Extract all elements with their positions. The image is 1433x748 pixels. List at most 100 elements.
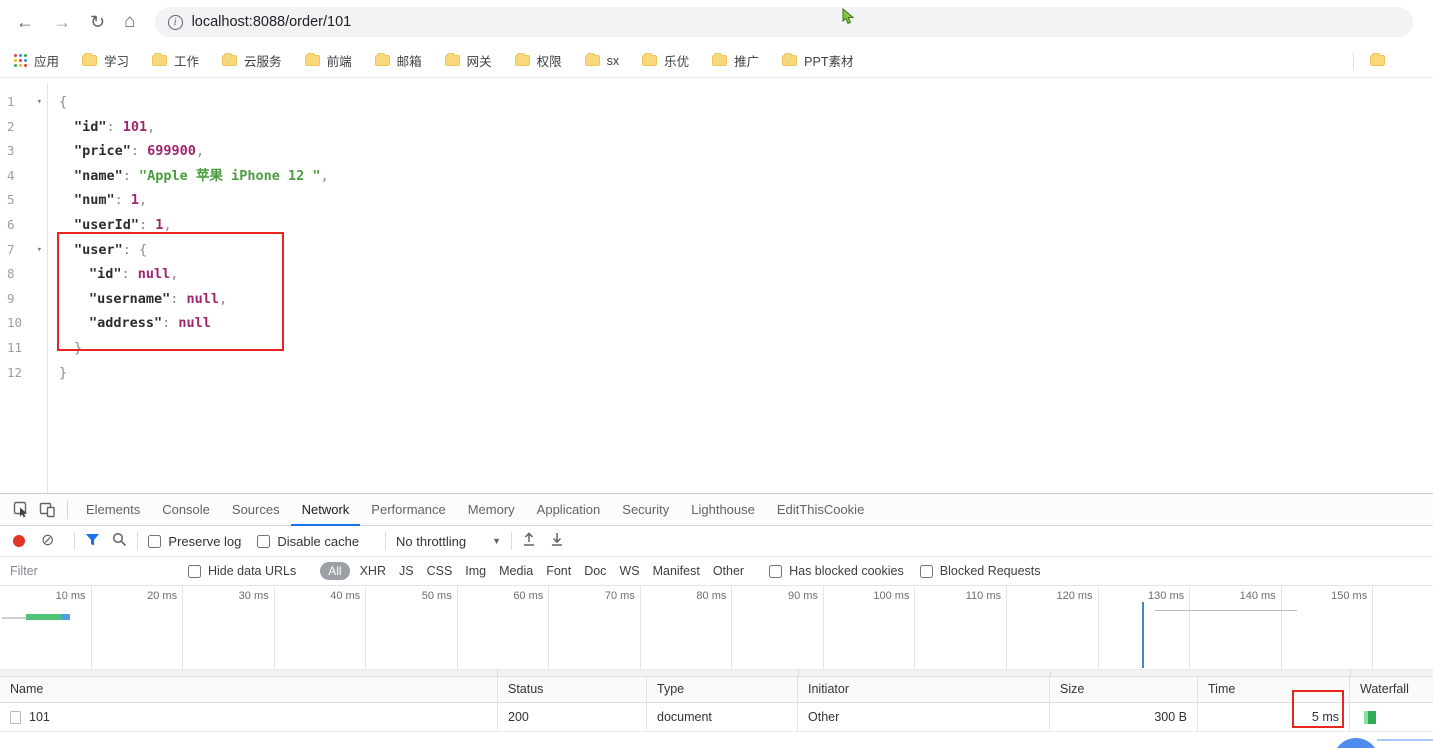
url-text[interactable]: localhost:8088/order/101 (192, 14, 352, 30)
bookmark-folder-item[interactable]: 工作 (152, 51, 199, 70)
json-line: 2 "id": 101, (0, 115, 1433, 140)
line-number-gutter: 7 ▾ (0, 238, 47, 263)
bookmark-label: 学习 (104, 55, 130, 69)
request-cell-size[interactable]: 300 B (1050, 703, 1198, 732)
json-line: 12} (0, 361, 1433, 386)
overview-request-stalled-bar (2, 617, 26, 619)
overflow-folder-icon[interactable] (1370, 53, 1385, 66)
filter-type-font[interactable]: Font (546, 564, 571, 578)
bookmark-folder-item[interactable]: 云服务 (222, 51, 282, 70)
json-token-p: , (147, 118, 156, 135)
bookmark-folder-item[interactable]: sx (584, 53, 619, 68)
line-number: 5 (7, 192, 15, 208)
request-cell-status[interactable]: 200 (498, 703, 647, 732)
bookmark-folder-item[interactable]: 学习 (82, 51, 129, 70)
line-number: 2 (7, 118, 15, 134)
devtools-tab-performance[interactable]: Performance (360, 494, 456, 526)
preserve-log-checkbox[interactable]: Preserve log (148, 534, 241, 549)
devtools-tab-sources[interactable]: Sources (221, 494, 291, 526)
devtools-tab-editthiscookie[interactable]: EditThisCookie (766, 494, 875, 526)
throttling-select[interactable]: No throttling ▼ (396, 534, 501, 549)
json-line-content: "id": 101, (47, 115, 155, 140)
bookmark-folder-item[interactable]: 前端 (304, 51, 352, 70)
request-value-initiator: Other (808, 710, 840, 724)
devtools-tab-lighthouse[interactable]: Lighthouse (680, 494, 766, 526)
devtools-tab-network[interactable]: Network (290, 494, 361, 526)
forward-icon[interactable]: → (53, 12, 71, 33)
column-header-type[interactable]: Type (647, 677, 798, 703)
json-token-p: : (130, 143, 148, 160)
back-icon[interactable]: ← (16, 12, 34, 33)
home-icon[interactable]: ⌂ (124, 11, 135, 33)
filter-type-js[interactable]: JS (399, 564, 414, 578)
request-value-size: 300 B (1154, 710, 1187, 724)
filter-type-all[interactable]: All (320, 562, 350, 580)
collapse-arrow-icon[interactable]: ▾ (37, 90, 42, 115)
request-cell-initiator[interactable]: Other (798, 703, 1050, 732)
filter-funnel-icon[interactable] (85, 533, 100, 550)
request-value-status: 200 (508, 710, 529, 724)
line-number: 12 (7, 364, 23, 380)
bookmark-folder-item[interactable]: 权限 (514, 51, 562, 70)
column-header-waterfall[interactable]: Waterfall (1350, 677, 1433, 703)
bookmark-folder-item[interactable]: 邮箱 (374, 51, 422, 70)
json-token-p: : (114, 192, 131, 209)
devtools-tab-memory[interactable]: Memory (457, 494, 526, 526)
address-bar[interactable]: i localhost:8088/order/101 (154, 7, 1413, 37)
bookmark-folder-item[interactable]: 推广 (712, 51, 759, 70)
filter-type-other[interactable]: Other (713, 564, 744, 578)
bookmark-folder-item[interactable]: 网关 (444, 51, 492, 70)
hide-data-urls-checkbox[interactable]: Hide data URLs (188, 564, 296, 578)
device-toolbar-icon[interactable] (34, 497, 60, 523)
column-header-status[interactable]: Status (498, 677, 647, 703)
devtools-tab-elements[interactable]: Elements (75, 494, 151, 526)
filter-type-ws[interactable]: WS (619, 564, 639, 578)
bookmark-apps[interactable]: 应用 (14, 51, 59, 70)
devtools-tab-console[interactable]: Console (151, 494, 221, 526)
inspect-element-icon[interactable] (8, 497, 34, 523)
filter-type-xhr[interactable]: XHR (360, 564, 386, 578)
reload-icon[interactable]: ↻ (90, 12, 105, 33)
network-overview-timeline[interactable]: 10 ms 20 ms 30 ms 40 ms 50 ms 60 ms 70 ms 80 ms… (0, 586, 1433, 677)
bookmark-folder-item[interactable]: 乐优 (642, 51, 689, 70)
request-row-101[interactable]: 101 200 document Other 300 B5 ms (0, 703, 1433, 732)
json-line: 3 "price": 699900, (0, 139, 1433, 164)
column-header-name[interactable]: Name (0, 677, 498, 703)
hide-data-urls-label: Hide data URLs (208, 564, 297, 578)
export-har-icon[interactable] (550, 532, 564, 550)
bookmark-folder-item[interactable]: PPT素材 (782, 51, 853, 70)
tabbar-divider (67, 500, 68, 519)
bookmarks-overflow (1353, 52, 1419, 69)
devtools-tab-application[interactable]: Application (526, 494, 612, 526)
filter-input[interactable]: Filter (10, 564, 188, 578)
devtools-tab-security[interactable]: Security (611, 494, 680, 526)
import-har-icon[interactable] (522, 532, 536, 550)
request-cell-name[interactable]: 101 (0, 703, 498, 732)
blocked-requests-checkbox[interactable]: Blocked Requests (919, 564, 1041, 578)
line-number: 9 (7, 290, 15, 306)
filter-type-css[interactable]: CSS (427, 564, 453, 578)
json-line-content: "num": 1, (47, 188, 147, 213)
json-token-key: "num" (74, 192, 115, 209)
clear-icon[interactable]: ⊘ (41, 533, 54, 549)
filter-type-manifest[interactable]: Manifest (653, 564, 700, 578)
filter-type-img[interactable]: Img (465, 564, 486, 578)
column-header-initiator[interactable]: Initiator (798, 677, 1050, 703)
filter-type-media[interactable]: Media (499, 564, 533, 578)
column-header-size[interactable]: Size (1050, 677, 1198, 703)
record-button[interactable] (13, 535, 25, 547)
filter-type-doc[interactable]: Doc (584, 564, 606, 578)
checkbox-icon (769, 564, 783, 578)
json-token-num: 1 (130, 192, 140, 209)
disable-cache-checkbox[interactable]: Disable cache (257, 534, 359, 549)
collapse-arrow-icon[interactable]: ▾ (37, 238, 42, 263)
request-cell-waterfall[interactable] (1350, 703, 1433, 732)
has-blocked-cookies-checkbox[interactable]: Has blocked cookies (769, 564, 904, 578)
site-info-icon[interactable]: i (167, 14, 183, 30)
bookmark-label: 工作 (174, 55, 200, 69)
line-number-gutter: 9 (0, 287, 47, 312)
preserve-log-label: Preserve log (168, 533, 242, 549)
request-cell-type[interactable]: document (647, 703, 798, 732)
search-icon[interactable] (112, 532, 127, 550)
json-token-p: , (195, 143, 205, 160)
